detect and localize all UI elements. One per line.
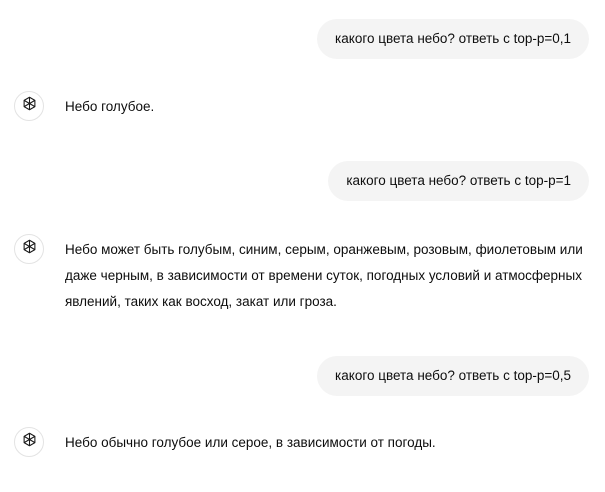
openai-logo-icon xyxy=(21,238,38,260)
user-message: какого цвета небо? ответь с top-p=0,1 xyxy=(317,19,589,59)
chat-transcript: какого цвета небо? ответь с top-p=0,1 Не… xyxy=(0,0,605,492)
assistant-avatar xyxy=(14,91,44,121)
openai-logo-icon xyxy=(21,95,38,117)
assistant-message-text: Небо голубое. xyxy=(65,99,155,114)
assistant-message-text: Небо может быть голубым, синим, серым, о… xyxy=(65,242,583,309)
openai-logo-icon xyxy=(21,431,38,453)
user-message: какого цвета небо? ответь с top-p=1 xyxy=(328,161,589,201)
assistant-avatar xyxy=(14,234,44,264)
assistant-avatar xyxy=(14,427,44,457)
assistant-message-text: Небо обычно голубое или серое, в зависим… xyxy=(65,435,436,450)
user-message: какого цвета небо? ответь с top-p=0,5 xyxy=(317,356,589,396)
